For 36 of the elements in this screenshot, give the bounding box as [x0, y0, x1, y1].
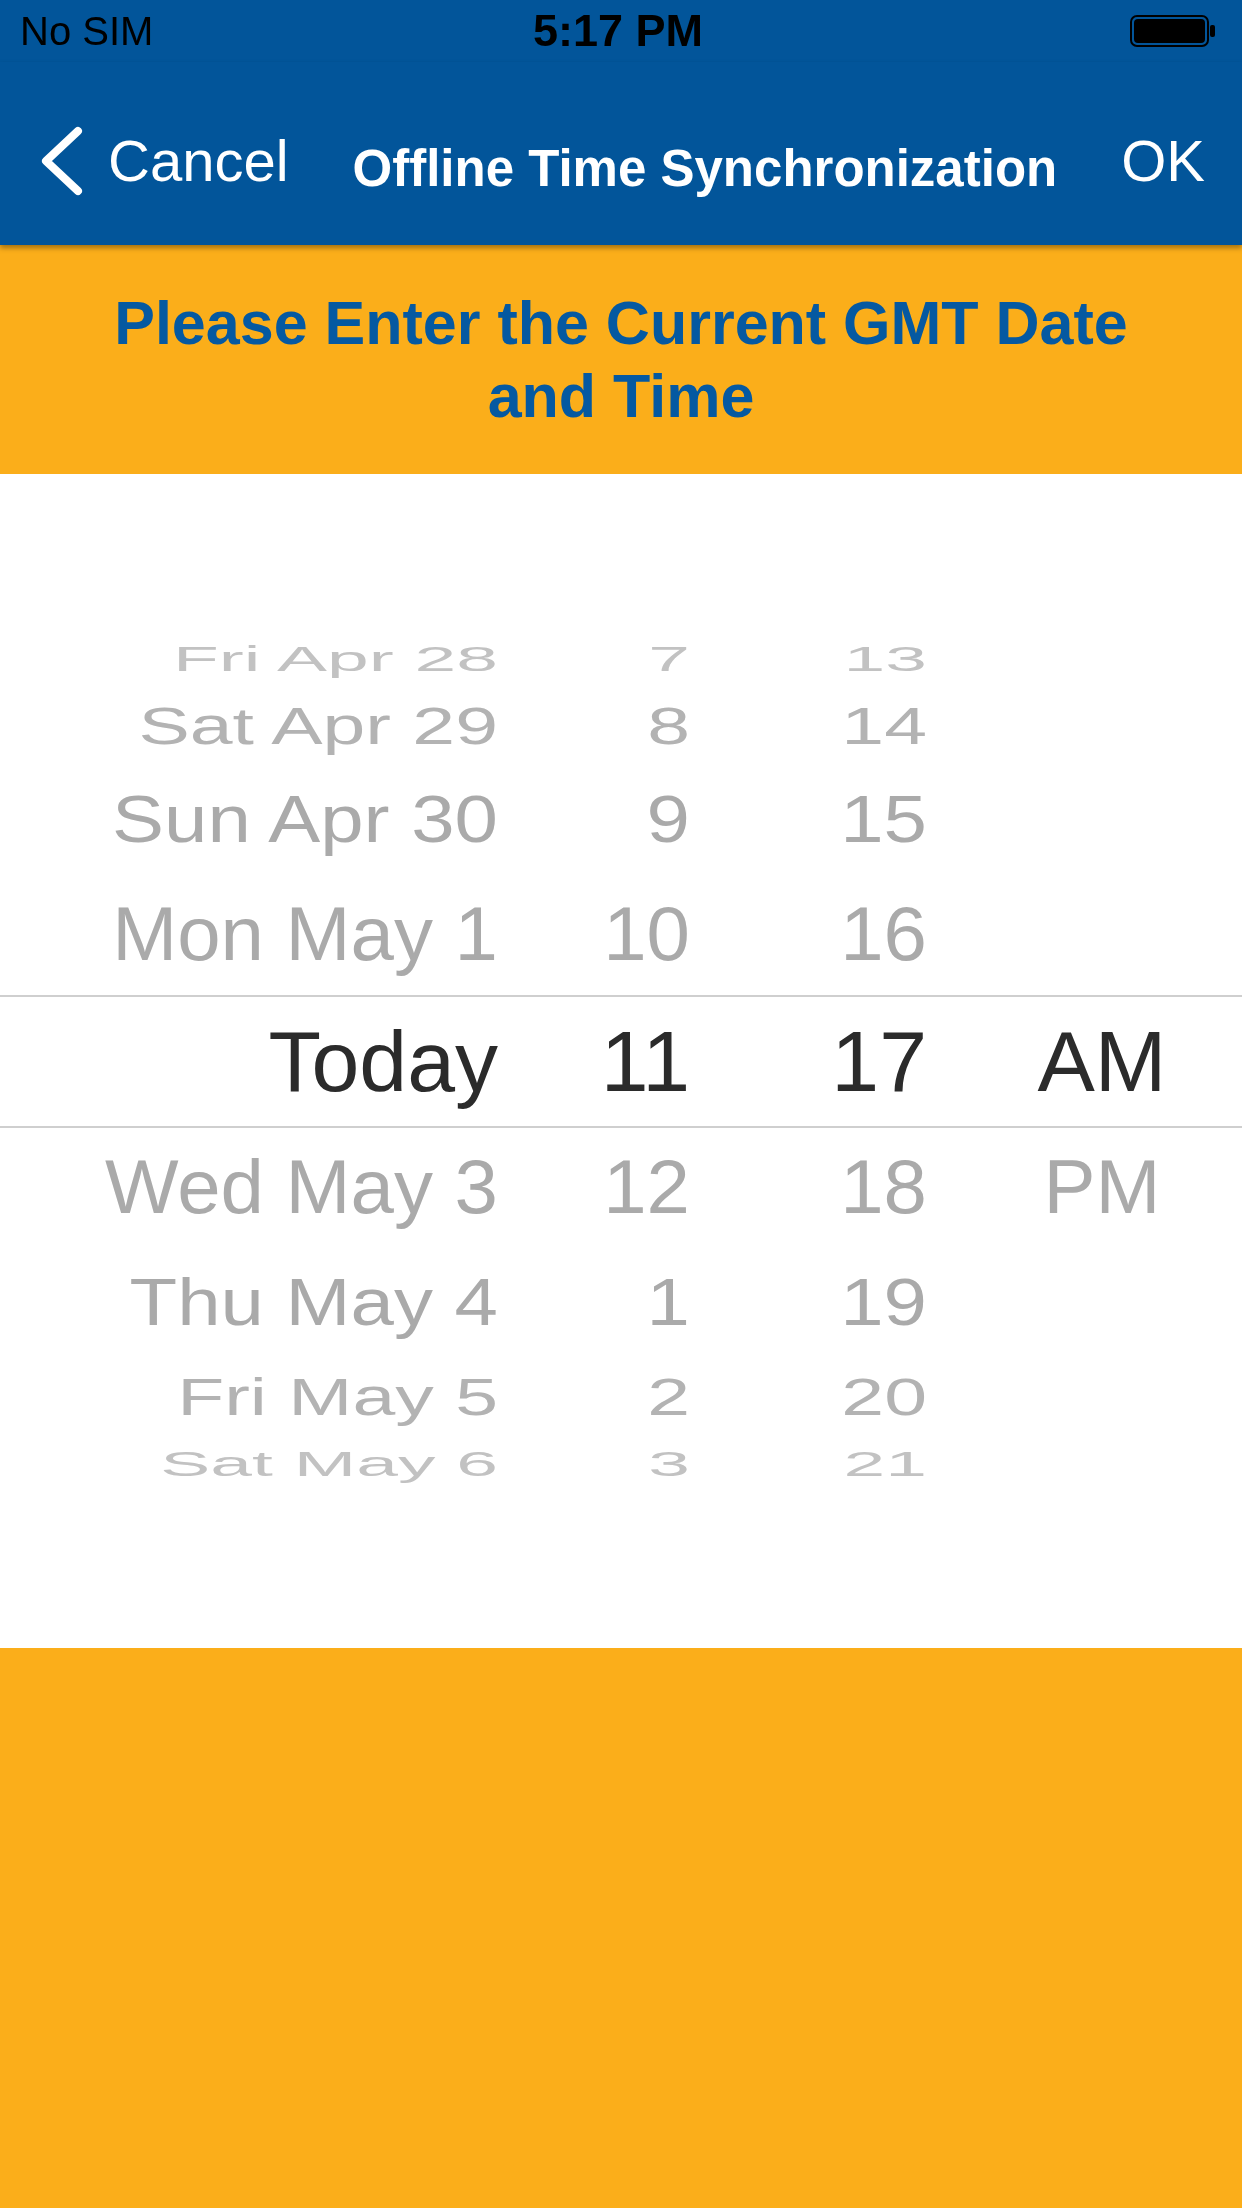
hour-option[interactable]: 3: [648, 1442, 690, 1485]
hour-option[interactable]: 2: [647, 1364, 690, 1429]
clock-time: 5:17 PM: [532, 5, 704, 57]
hour-option[interactable]: 7: [648, 637, 690, 680]
minute-option[interactable]: 14: [841, 693, 927, 758]
period-option[interactable]: PM: [1043, 1141, 1161, 1234]
minute-option[interactable]: 15: [840, 778, 927, 861]
hour-option[interactable]: 10: [603, 888, 690, 981]
date-option[interactable]: Fri May 5: [177, 1364, 498, 1429]
carrier-label: No SIM: [20, 8, 154, 54]
battery-icon: [1130, 15, 1216, 47]
date-option[interactable]: Fri Apr 28: [172, 637, 498, 680]
date-option[interactable]: Thu May 4: [129, 1261, 498, 1344]
date-option[interactable]: Sun Apr 30: [112, 778, 498, 861]
minute-option[interactable]: 13: [843, 637, 927, 680]
minute-option[interactable]: 21: [843, 1442, 927, 1485]
date-option[interactable]: Sat May 6: [160, 1442, 498, 1485]
minute-option[interactable]: 16: [840, 888, 927, 981]
screen-title: Offline Time Synchronization: [352, 139, 1058, 198]
hour-option[interactable]: 12: [603, 1141, 690, 1234]
date-option[interactable]: Today: [268, 1008, 498, 1114]
hour-option[interactable]: 9: [646, 778, 690, 861]
hour-option[interactable]: 1: [646, 1261, 690, 1344]
minute-option[interactable]: 18: [840, 1141, 927, 1234]
hour-option[interactable]: 8: [647, 693, 690, 758]
period-option[interactable]: AM: [1037, 1008, 1167, 1114]
minute-option[interactable]: 20: [841, 1364, 927, 1429]
date-option[interactable]: Mon May 1: [112, 888, 498, 981]
minute-option[interactable]: 17: [831, 1008, 927, 1114]
minute-option[interactable]: 19: [840, 1261, 927, 1344]
instruction-text: Please Enter the Current GMT Date and Time: [113, 288, 1129, 432]
hour-option[interactable]: 11: [600, 1008, 690, 1114]
date-option[interactable]: Wed May 3: [104, 1141, 498, 1234]
cancel-button[interactable]: Cancel: [38, 125, 289, 196]
ok-button[interactable]: OK: [1121, 128, 1205, 193]
date-option[interactable]: Sat Apr 29: [138, 693, 498, 758]
